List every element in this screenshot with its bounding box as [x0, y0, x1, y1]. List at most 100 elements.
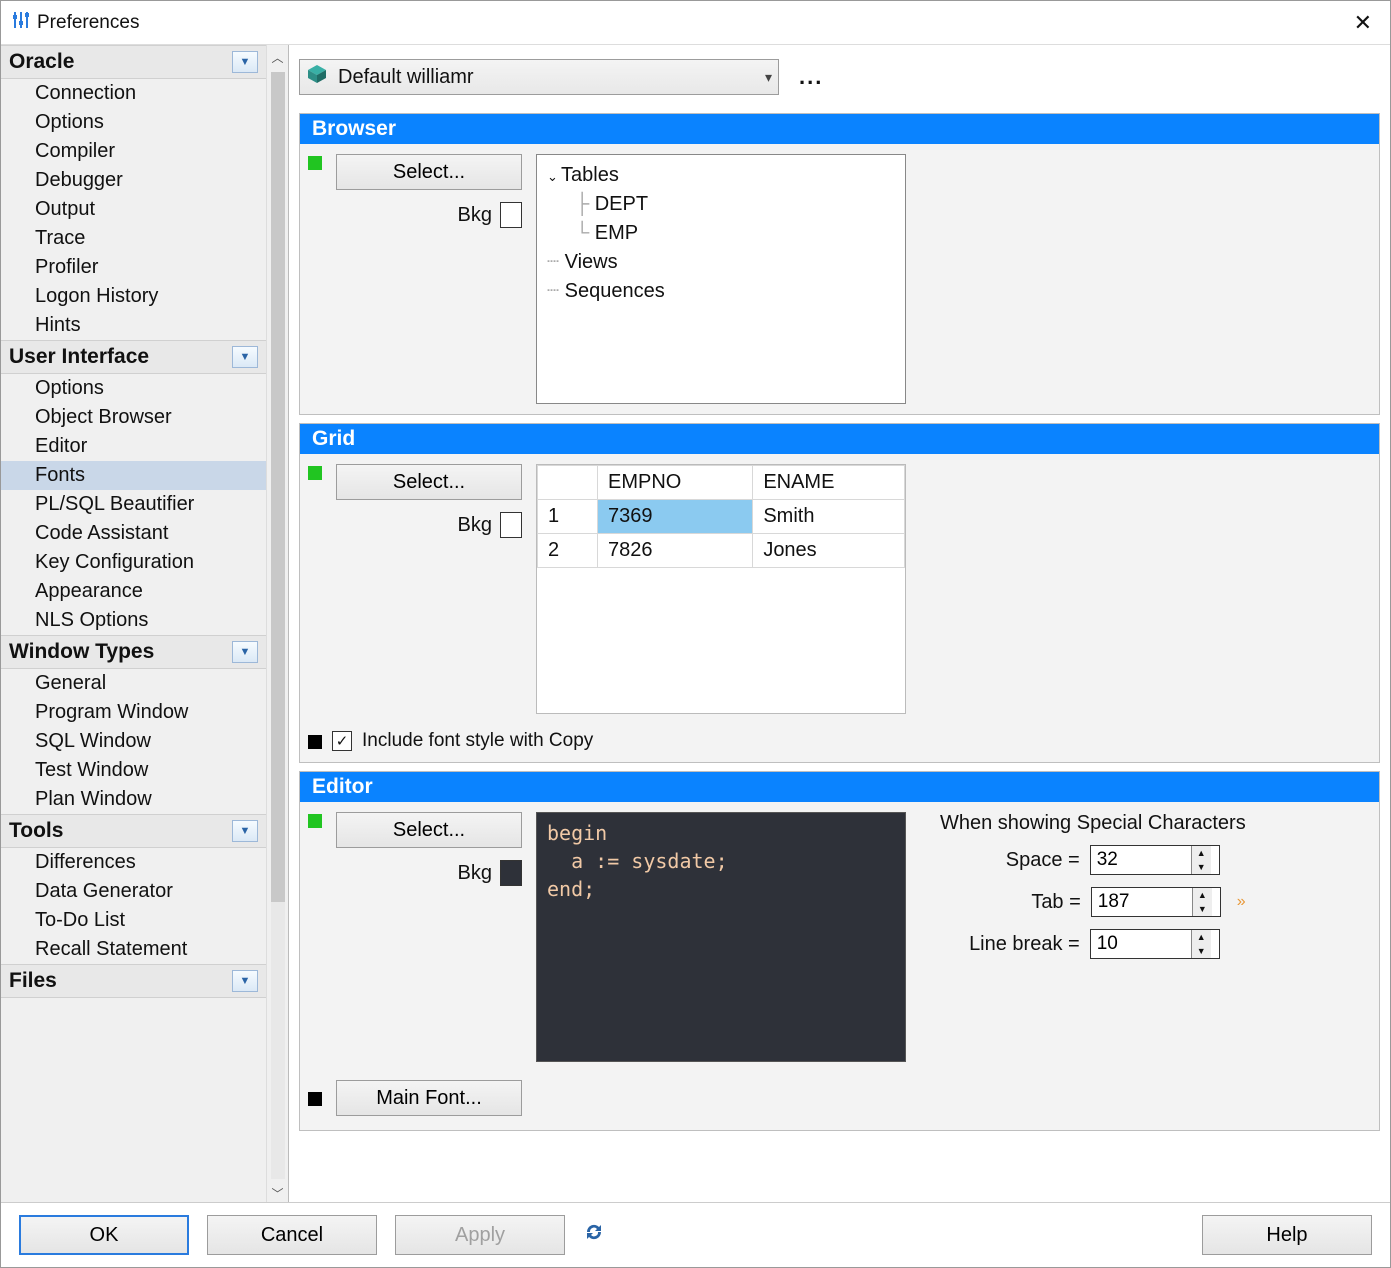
grid-select-button[interactable]: Select... [336, 464, 522, 500]
linebreak-spinner[interactable]: ▲▼ [1090, 929, 1220, 959]
section-header-grid: Grid [300, 424, 1379, 454]
tree-node-sequences[interactable]: Sequences [565, 280, 665, 302]
spinner-up-icon[interactable]: ▲ [1193, 888, 1212, 902]
main-font-button[interactable]: Main Font... [336, 1080, 522, 1116]
space-label: Space = [1006, 849, 1080, 872]
browser-select-button[interactable]: Select... [336, 154, 522, 190]
tab-input[interactable] [1092, 888, 1192, 916]
linebreak-input[interactable] [1091, 930, 1191, 958]
chevron-down-icon[interactable]: ▼ [232, 820, 258, 842]
table-row[interactable]: 1 7369 Smith [538, 500, 905, 534]
chevron-down-icon[interactable]: ▼ [232, 346, 258, 368]
sidebar-item-output[interactable]: Output [1, 195, 266, 224]
sidebar-item-trace[interactable]: Trace [1, 224, 266, 253]
sidebar-item-compiler[interactable]: Compiler [1, 137, 266, 166]
status-marker-icon [308, 735, 322, 749]
spinner-down-icon[interactable]: ▼ [1192, 944, 1211, 958]
tree-node-views[interactable]: Views [565, 251, 618, 273]
sidebar-item-debugger[interactable]: Debugger [1, 166, 266, 195]
apply-button[interactable]: Apply [395, 1215, 565, 1255]
sidebar-item-code-assistant[interactable]: Code Assistant [1, 519, 266, 548]
section-header-editor: Editor [300, 772, 1379, 802]
ellipsis-button[interactable]: ... [793, 64, 829, 90]
sidebar-category-files[interactable]: Files ▼ [1, 964, 266, 998]
space-input[interactable] [1091, 846, 1191, 874]
sidebar-item-profiler[interactable]: Profiler [1, 253, 266, 282]
titlebar: Preferences ✕ [1, 1, 1390, 45]
table-row[interactable]: 2 7826 Jones [538, 534, 905, 568]
sidebar-category-label: User Interface [9, 345, 149, 369]
editor-bkg-swatch[interactable] [500, 860, 522, 886]
sidebar-category-label: Window Types [9, 640, 154, 664]
section-browser: Browser Select... Bkg ⌄Tables ├ DEPT └ E… [299, 113, 1380, 415]
sidebar-item-general[interactable]: General [1, 669, 266, 698]
sidebar-item-beautifier[interactable]: PL/SQL Beautifier [1, 490, 266, 519]
sidebar-item-todo-list[interactable]: To-Do List [1, 906, 266, 935]
help-button[interactable]: Help [1202, 1215, 1372, 1255]
sidebar-item-object-browser[interactable]: Object Browser [1, 403, 266, 432]
sidebar-item-recall-statement[interactable]: Recall Statement [1, 935, 266, 964]
tree-node-dept[interactable]: DEPT [595, 193, 648, 215]
include-font-style-checkbox[interactable]: ✓ [332, 731, 352, 751]
scroll-up-icon[interactable]: ︿ [271, 49, 283, 66]
sync-icon[interactable] [583, 1221, 605, 1249]
chevron-down-icon[interactable]: ▼ [232, 970, 258, 992]
grid-col-empno: EMPNO [598, 466, 753, 500]
ok-button[interactable]: OK [19, 1215, 189, 1255]
tab-spinner[interactable]: ▲▼ [1091, 887, 1221, 917]
angle-quote-icon: » [1237, 893, 1246, 911]
tree-node-emp[interactable]: EMP [595, 222, 638, 244]
sidebar-scrollbar[interactable]: ︿ ﹀ [266, 45, 288, 1202]
grid-cell: 1 [538, 500, 598, 534]
scroll-down-icon[interactable]: ﹀ [271, 1185, 283, 1202]
browser-bkg-swatch[interactable] [500, 202, 522, 228]
window-title: Preferences [37, 12, 139, 34]
grid-bkg-label: Bkg [458, 514, 492, 537]
sidebar-item-differences[interactable]: Differences [1, 848, 266, 877]
sidebar-item-fonts[interactable]: Fonts [1, 461, 266, 490]
sidebar-item-key-configuration[interactable]: Key Configuration [1, 548, 266, 577]
sidebar-category-label: Tools [9, 819, 63, 843]
cancel-button[interactable]: Cancel [207, 1215, 377, 1255]
sidebar-category-window-types[interactable]: Window Types ▼ [1, 635, 266, 669]
sidebar-category-tools[interactable]: Tools ▼ [1, 814, 266, 848]
chevron-down-icon[interactable]: ▼ [232, 641, 258, 663]
sidebar-item-options[interactable]: Options [1, 108, 266, 137]
status-marker-icon [308, 1092, 322, 1106]
tree-node-tables[interactable]: Tables [561, 164, 619, 186]
space-spinner[interactable]: ▲▼ [1090, 845, 1220, 875]
grid-cell: 2 [538, 534, 598, 568]
sidebar-category-user-interface[interactable]: User Interface ▼ [1, 340, 266, 374]
tree-expand-icon[interactable]: ⌄ [547, 168, 561, 187]
preference-set-combo[interactable]: Default williamr ▾ [299, 59, 779, 95]
chevron-down-icon: ▾ [765, 69, 772, 86]
spinner-down-icon[interactable]: ▼ [1192, 860, 1211, 874]
sidebar-item-hints[interactable]: Hints [1, 311, 266, 340]
sidebar-item-editor[interactable]: Editor [1, 432, 266, 461]
spinner-up-icon[interactable]: ▲ [1192, 930, 1211, 944]
sidebar-item-nls-options[interactable]: NLS Options [1, 606, 266, 635]
sidebar-category-oracle[interactable]: Oracle ▼ [1, 45, 266, 79]
sidebar-item-sql-window[interactable]: SQL Window [1, 727, 266, 756]
sidebar-item-options[interactable]: Options [1, 374, 266, 403]
scroll-track[interactable] [271, 72, 285, 1179]
grid-cell: Smith [753, 500, 905, 534]
sidebar-item-plan-window[interactable]: Plan Window [1, 785, 266, 814]
package-icon [306, 63, 328, 91]
grid-bkg-swatch[interactable] [500, 512, 522, 538]
chevron-down-icon[interactable]: ▼ [232, 51, 258, 73]
close-icon[interactable]: ✕ [1346, 10, 1380, 36]
spinner-up-icon[interactable]: ▲ [1192, 846, 1211, 860]
sidebar-item-logon-history[interactable]: Logon History [1, 282, 266, 311]
sidebar-item-test-window[interactable]: Test Window [1, 756, 266, 785]
special-characters-panel: When showing Special Characters Space = … [940, 812, 1246, 1062]
section-header-browser: Browser [300, 114, 1379, 144]
sidebar-item-program-window[interactable]: Program Window [1, 698, 266, 727]
spinner-down-icon[interactable]: ▼ [1193, 902, 1212, 916]
sidebar-item-appearance[interactable]: Appearance [1, 577, 266, 606]
sidebar-item-data-generator[interactable]: Data Generator [1, 877, 266, 906]
grid-cell: Jones [753, 534, 905, 568]
sidebar-item-connection[interactable]: Connection [1, 79, 266, 108]
editor-select-button[interactable]: Select... [336, 812, 522, 848]
scroll-thumb[interactable] [271, 72, 285, 902]
